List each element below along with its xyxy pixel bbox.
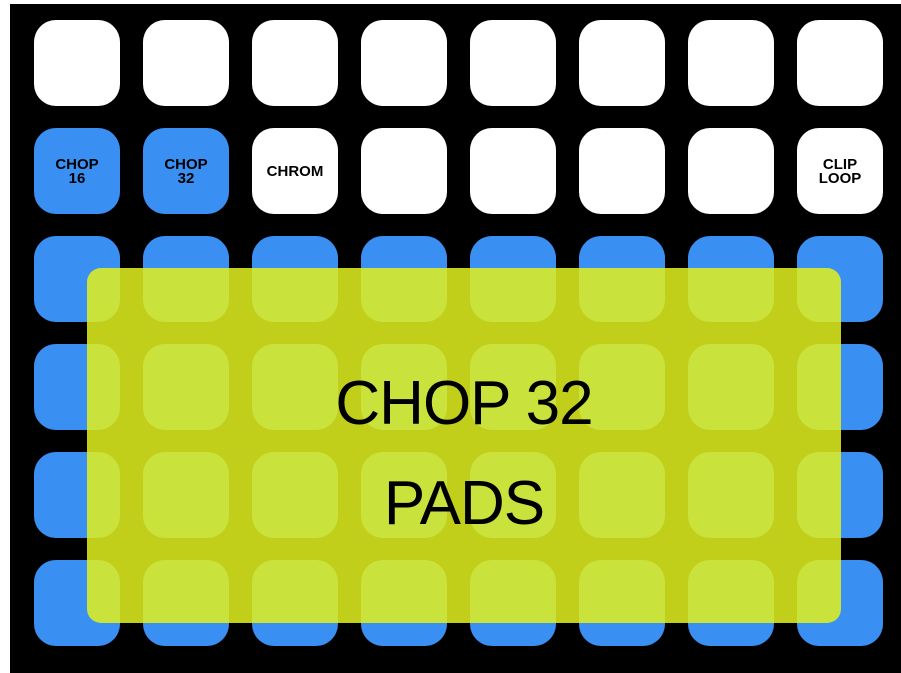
pad-r1-c1[interactable]	[34, 20, 120, 106]
pad-r1-c6[interactable]	[579, 20, 665, 106]
pad-r1-c2[interactable]	[143, 20, 229, 106]
screenshot-canvas: CHOP 16 CHOP 32 CHROM CLIP LOOP CHOP 32 PAD…	[0, 0, 901, 673]
mode-overlay: CHOP 32 PADS	[87, 268, 841, 623]
pad-r2-c1[interactable]: CHOP 16	[34, 128, 120, 214]
pad-r2-c7[interactable]	[688, 128, 774, 214]
pad-r2-c8[interactable]: CLIP LOOP	[797, 128, 883, 214]
pad-r1-c5[interactable]	[470, 20, 556, 106]
pad-controller: CHOP 16 CHOP 32 CHROM CLIP LOOP CHOP 32 PAD…	[10, 4, 901, 673]
pad-r1-c7[interactable]	[688, 20, 774, 106]
overlay-title-line2: PADS	[383, 468, 545, 538]
pad-r1-c4[interactable]	[361, 20, 447, 106]
pad-r2-c6[interactable]	[579, 128, 665, 214]
pad-r2-c4[interactable]	[361, 128, 447, 214]
pad-r2-c2[interactable]: CHOP 32	[143, 128, 229, 214]
pad-r1-c3[interactable]	[252, 20, 338, 106]
overlay-title-line1: CHOP 32	[335, 368, 593, 438]
pad-r2-c3[interactable]: CHROM	[252, 128, 338, 214]
pad-r2-c5[interactable]	[470, 128, 556, 214]
pad-r1-c8[interactable]	[797, 20, 883, 106]
